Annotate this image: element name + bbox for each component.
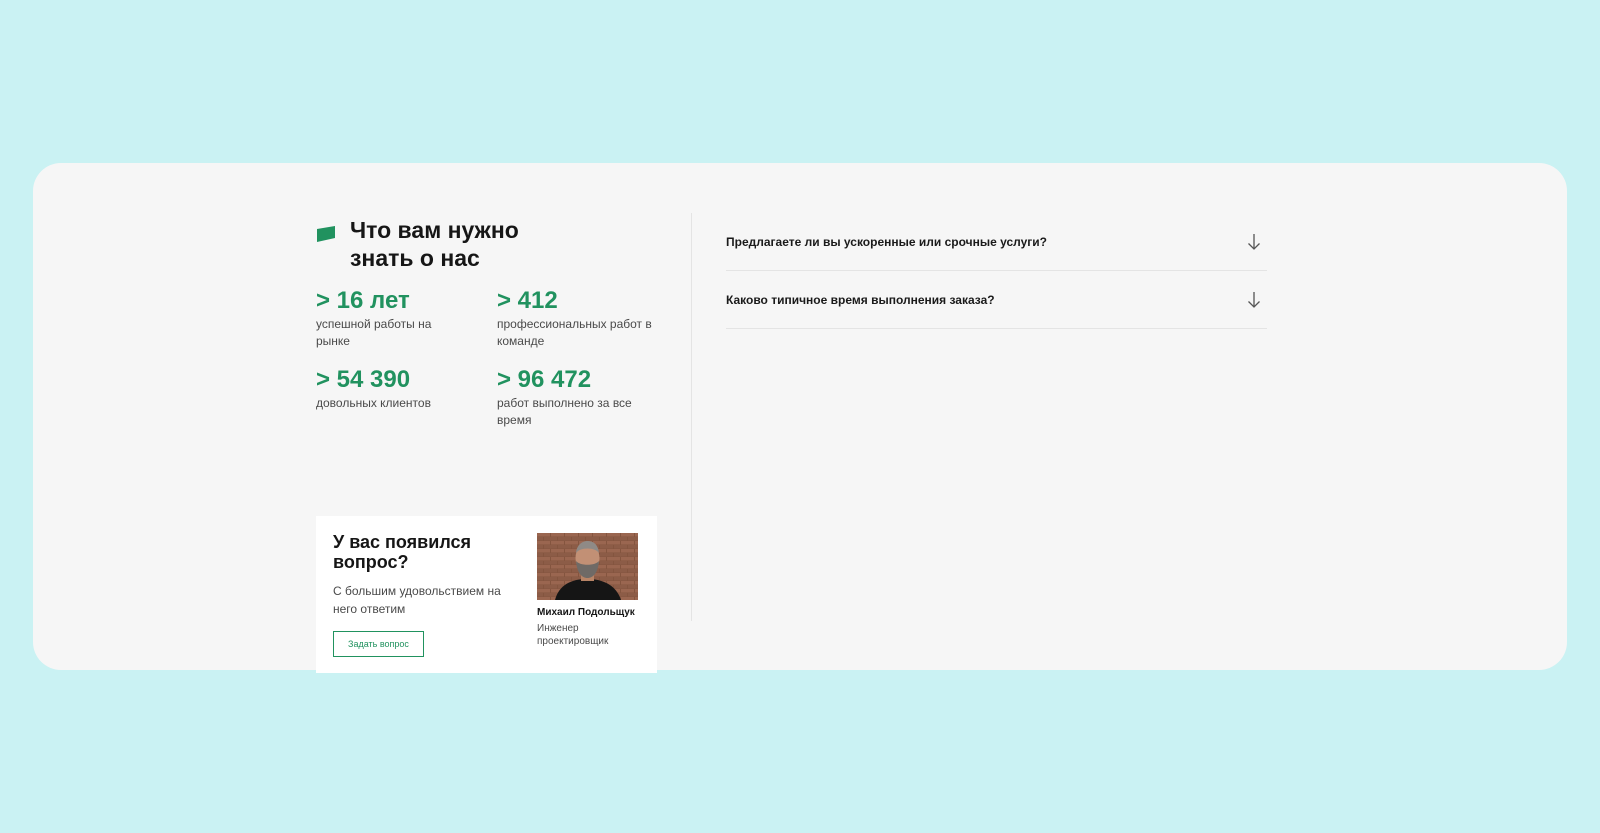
section-title: Что вам нужно знать о нас xyxy=(350,217,519,271)
about-card: Что вам нужно знать о нас > 16 лет успеш… xyxy=(33,163,1567,673)
question-text: С большим удовольствием на него ответим xyxy=(333,584,501,616)
stat-description: работ выполнено за все время xyxy=(497,396,632,427)
person-photo-icon xyxy=(537,533,638,600)
section-heading: Что вам нужно знать о нас xyxy=(316,213,661,271)
ask-question-button[interactable]: Задать вопрос xyxy=(333,631,424,657)
stat-description: успешной работы на рынке xyxy=(316,317,432,348)
faq-question[interactable]: Каково типичное время выполнения заказа? xyxy=(726,293,995,307)
stat-description: профессиональных работ в команде xyxy=(497,317,652,348)
question-title: У вас появился вопрос? xyxy=(333,532,472,572)
flag-icon xyxy=(317,226,335,242)
faq-item[interactable]: Каково типичное время выполнения заказа? xyxy=(726,271,1267,329)
faq-question[interactable]: Предлагаете ли вы ускоренные или срочные… xyxy=(726,235,1047,249)
arrow-down-icon[interactable] xyxy=(1247,233,1261,251)
arrow-down-icon[interactable] xyxy=(1247,291,1261,309)
stat-completed: > 96 472 работ выполнено за все время xyxy=(497,366,657,429)
stat-value: > 412 xyxy=(497,287,558,314)
stat-description: довольных клиентов xyxy=(316,396,431,410)
stat-value: > 16 лет xyxy=(316,287,410,314)
stat-works: > 412 профессиональных работ в команде xyxy=(497,287,657,350)
stats-grid: > 16 лет успешной работы на рынке > 412 … xyxy=(316,287,661,427)
stat-value: > 96 472 xyxy=(497,366,592,393)
question-card: У вас появился вопрос? С большим удоволь… xyxy=(316,516,657,673)
column-divider xyxy=(691,213,692,621)
person-role: Инженер проектировщик xyxy=(537,623,609,647)
faq-list: Предлагаете ли вы ускоренные или срочные… xyxy=(726,213,1267,329)
faq-item[interactable]: Предлагаете ли вы ускоренные или срочные… xyxy=(726,213,1267,271)
avatar xyxy=(537,533,638,600)
person-name: Михаил Подольщук xyxy=(537,607,635,618)
stat-clients: > 54 390 довольных клиентов xyxy=(316,366,476,412)
stat-years: > 16 лет успешной работы на рынке xyxy=(316,287,476,350)
stat-value: > 54 390 xyxy=(316,366,411,393)
about-column: Что вам нужно знать о нас > 16 лет успеш… xyxy=(316,213,661,673)
